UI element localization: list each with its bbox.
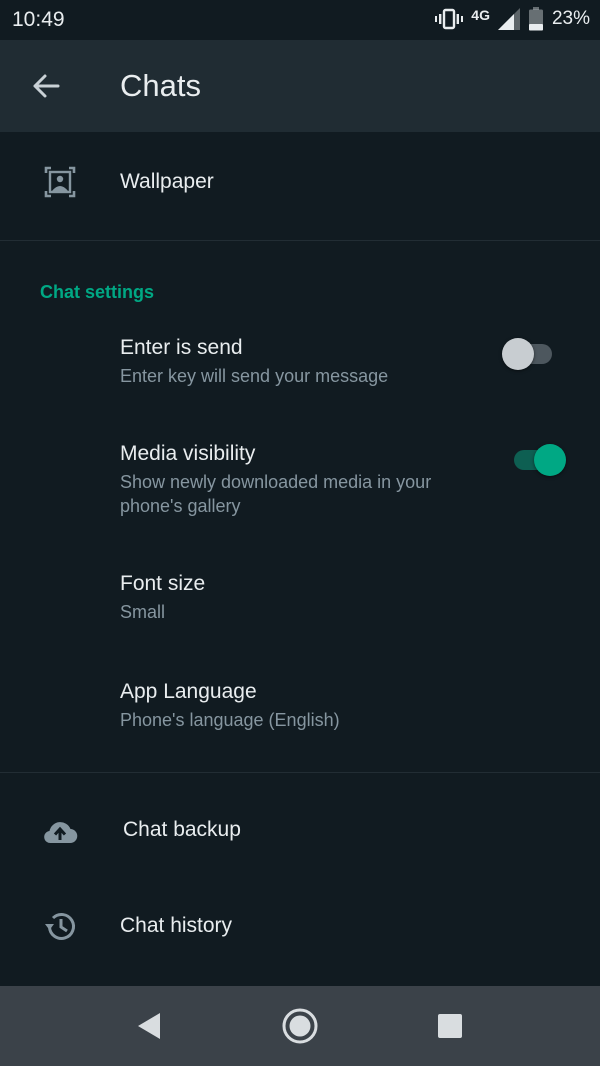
back-button[interactable] [26,66,66,106]
nav-home-icon [282,1008,318,1044]
chat-history-label: Chat history [120,914,233,937]
wallpaper-icon [44,166,76,198]
font-size-title: Font size [120,572,206,595]
back-arrow-icon [33,74,60,98]
media-visibility-toggle[interactable] [510,440,570,480]
chat-backup-label: Chat backup [123,818,241,841]
network-type: 4G [471,7,490,23]
app-bar: Chats [0,40,600,132]
enter-is-send-subtitle: Enter key will send your message [120,366,389,386]
enter-is-send-title: Enter is send [120,336,243,359]
enter-is-send-row[interactable]: Enter is send Enter key will send your m… [0,322,600,412]
app-language-row[interactable]: App Language Phone's language (English) [0,664,600,754]
wallpaper-label: Wallpaper [120,170,214,193]
battery-percentage: 23% [551,8,590,29]
wallpaper-row[interactable]: Wallpaper [0,132,600,240]
nav-back-button[interactable] [130,1006,170,1046]
enter-is-send-toggle[interactable] [502,334,562,374]
toggle-thumb [534,444,566,476]
page-title: Chats [120,68,201,103]
app-language-value: Phone's language (English) [120,710,340,730]
status-bar: 10:49 4G 23% [0,0,600,40]
status-time: 10:49 [12,8,65,31]
media-visibility-title: Media visibility [120,442,256,465]
nav-back-icon [138,1013,160,1039]
divider [0,240,600,241]
signal-icon [497,8,520,30]
nav-recents-button[interactable] [430,1006,470,1046]
media-visibility-subtitle-line2: phone's gallery [120,496,241,516]
battery-icon [528,7,543,31]
vibrate-icon [435,8,464,30]
history-icon [45,913,75,940]
chat-history-row[interactable]: Chat history [0,880,600,976]
divider [0,772,600,773]
navigation-bar [0,986,600,1066]
app-language-title: App Language [120,680,257,703]
section-header-chat-settings: Chat settings [40,282,155,302]
nav-recents-icon [438,1014,462,1038]
nav-home-button[interactable] [280,1006,320,1046]
media-visibility-row[interactable]: Media visibility Show newly downloaded m… [0,428,600,538]
toggle-thumb [502,338,534,370]
cloud-upload-icon [44,822,78,844]
font-size-row[interactable]: Font size Small [0,556,600,646]
chat-backup-row[interactable]: Chat backup [0,782,600,878]
status-icons: 4G 23% [435,7,590,31]
media-visibility-subtitle-line1: Show newly downloaded media in your [120,472,432,492]
font-size-value: Small [120,602,166,622]
